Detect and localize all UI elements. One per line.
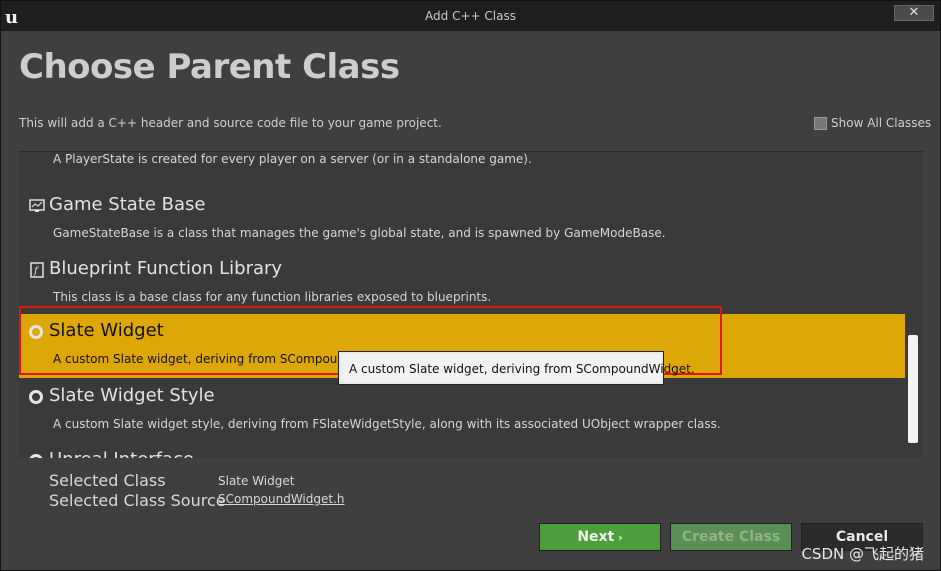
close-icon: ✕ [908, 5, 920, 20]
create-class-button[interactable]: Create Class [670, 523, 792, 551]
watermark: CSDN @飞起的猪 [801, 545, 924, 563]
list-item[interactable]: Slate Widget Style A custom Slate widget… [19, 379, 905, 443]
add-cpp-class-window: u Add C++ Class ✕ Choose Parent Class Th… [0, 0, 941, 571]
list-item-desc: A custom Slate widget style, deriving fr… [53, 417, 721, 431]
next-button[interactable]: Next › [539, 523, 661, 551]
next-button-label: Next [577, 529, 615, 545]
list-item[interactable]: A PlayerState is created for every playe… [19, 152, 905, 178]
list-item-name: Slate Widget Style [49, 385, 215, 406]
list-item-name: Game State Base [49, 194, 206, 215]
page-subtitle: This will add a C++ header and source co… [19, 116, 442, 130]
title-bar: u Add C++ Class ✕ [1, 1, 940, 31]
list-item[interactable]: Game State Base GameStateBase is a class… [19, 188, 905, 252]
close-button[interactable]: ✕ [894, 5, 934, 21]
window-title: Add C++ Class [425, 9, 516, 23]
library-icon: f [30, 262, 44, 278]
list-item[interactable]: Unreal Interface [19, 443, 905, 458]
parent-class-list[interactable]: A PlayerState is created for every playe… [19, 151, 923, 458]
show-all-classes-toggle[interactable]: Show All Classes [814, 115, 931, 131]
svg-text:f: f [33, 266, 40, 277]
class-tooltip: A custom Slate widget, deriving from SCo… [338, 351, 695, 385]
page-title: Choose Parent Class [19, 47, 400, 87]
selected-source-label: Selected Class Source [49, 491, 226, 510]
selected-class-label: Selected Class [49, 471, 166, 490]
list-item-name: Blueprint Function Library [49, 258, 283, 279]
selected-class-value: Slate Widget [218, 474, 295, 488]
list-item-desc: This class is a base class for any funct… [53, 290, 492, 304]
show-all-checkbox[interactable] [814, 116, 827, 130]
scroll-thumb[interactable] [908, 335, 918, 443]
list-scrollbar[interactable] [906, 152, 923, 458]
chevron-right-icon: › [614, 531, 623, 544]
radio-icon [29, 390, 43, 404]
list-item-name: Unreal Interface [49, 449, 194, 458]
list-item-desc: GameStateBase is a class that manages th… [53, 226, 666, 240]
show-all-label: Show All Classes [831, 116, 932, 130]
selected-source-link[interactable]: SCompoundWidget.h [218, 492, 345, 506]
radio-icon [29, 454, 43, 458]
monitor-icon [29, 199, 45, 212]
list-item-desc: A PlayerState is created for every playe… [53, 152, 532, 166]
